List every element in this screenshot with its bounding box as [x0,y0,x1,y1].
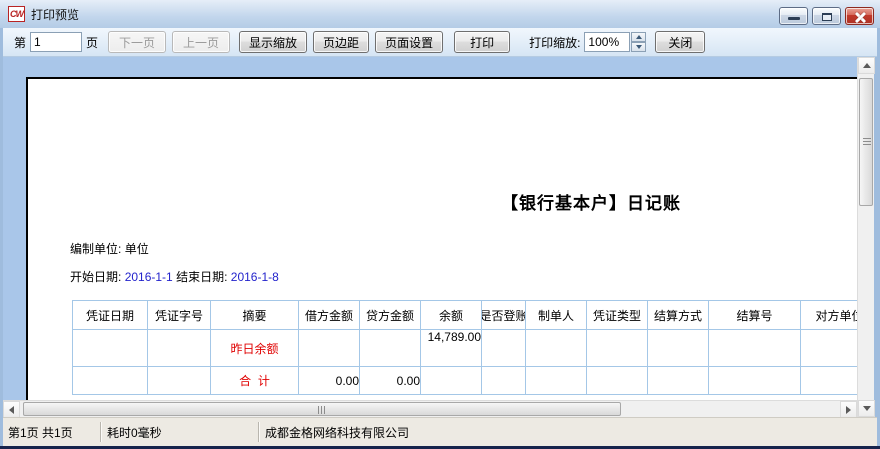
toolbar: 第 页 下一页 上一页 显示缩放 页边距 页面设置 打印 打印缩放: 关闭 [3,28,877,57]
prepared-by-value: 单位 [125,242,149,256]
col-header: 制单人 [526,301,587,330]
spinner-down-icon [636,45,642,49]
status-elapsed: 耗时0毫秒 [107,424,162,441]
page-number-input[interactable] [30,32,82,52]
cell [648,330,709,367]
scroll-up-icon [863,63,871,68]
maximize-button[interactable] [812,7,841,25]
show-zoom-button[interactable]: 显示缩放 [239,31,307,53]
scroll-left-icon [9,406,14,414]
col-header: 凭证类型 [587,301,648,330]
cell [648,367,709,395]
vertical-scroll-thumb[interactable] [859,78,873,206]
scroll-left-button[interactable] [3,401,20,418]
table-header-row: 凭证日期 凭证字号 摘要 借方金额 贷方金额 余额 是否登账 制单人 凭证类型 … [73,301,858,330]
cell [587,330,648,367]
maximize-icon [822,13,832,21]
cell [482,330,526,367]
cell [482,367,526,395]
table-row: 昨日余额 14,789.00 [73,330,858,367]
report-title: 【银行基本户】日记账 [476,189,706,214]
status-divider [258,422,260,442]
cell [801,367,858,395]
col-header: 余额 [421,301,482,330]
cell [421,367,482,395]
col-header: 是否登账 [482,301,526,330]
titlebar: CW 打印预览 [0,0,880,28]
end-date-label: 结束日期: [176,270,227,284]
cell [73,330,148,367]
print-zoom-spinner [631,32,646,52]
scroll-down-button[interactable] [858,400,875,417]
scroll-right-button[interactable] [840,401,857,418]
spinner-up-button[interactable] [631,32,646,42]
window-title: 打印预览 [31,6,79,23]
margins-button[interactable]: 页边距 [313,31,369,53]
cell [526,330,587,367]
scroll-right-icon [846,406,851,414]
prev-page-button[interactable]: 上一页 [172,31,230,53]
end-date-value: 2016-1-8 [231,270,279,284]
col-header: 凭证字号 [148,301,211,330]
table-row: 合 计 0.00 0.00 [73,367,858,395]
scroll-up-button[interactable] [858,57,875,74]
next-page-button[interactable]: 下一页 [108,31,166,53]
print-preview-window: CW 打印预览 第 页 下一页 上一页 显示缩放 页边距 页面设置 打印 打印缩… [0,0,880,449]
col-header: 结算方式 [648,301,709,330]
horizontal-scroll-thumb[interactable] [23,402,621,416]
journal-table: 凭证日期 凭证字号 摘要 借方金额 贷方金额 余额 是否登账 制单人 凭证类型 … [72,300,857,395]
cell [360,330,421,367]
print-zoom-input[interactable] [584,32,630,52]
cell-balance: 14,789.00 [421,330,482,367]
col-header: 结算号 [709,301,801,330]
col-header: 凭证日期 [73,301,148,330]
col-header: 摘要 [211,301,299,330]
vertical-scrollbar[interactable] [857,57,874,417]
print-button[interactable]: 打印 [454,31,510,53]
app-icon: CW [8,6,25,22]
prepared-by-label: 编制单位: [70,242,121,256]
date-range-line: 开始日期: 2016-1-1 结束日期: 2016-1-8 [70,268,279,285]
cell: 0.00 [299,367,360,395]
status-page-info: 第1页 共1页 [8,424,73,441]
cell [709,330,801,367]
prepared-by-line: 编制单位: 单位 [70,240,149,257]
preview-viewport: 【银行基本户】日记账 编制单位: 单位 开始日期: 2016-1-1 结束日期:… [3,57,857,400]
cell [587,367,648,395]
col-header: 借方金额 [299,301,360,330]
thumb-grip-icon [318,406,326,414]
cell [801,330,858,367]
print-zoom-label: 打印缩放: [529,34,580,51]
thumb-grip-icon [863,138,871,146]
minimize-icon [788,17,800,20]
page-setup-button[interactable]: 页面设置 [375,31,443,53]
page-label-prefix: 第 [14,34,26,51]
cell-summary: 合 计 [211,367,299,395]
close-preview-button[interactable]: 关闭 [655,31,705,53]
spinner-up-icon [636,35,642,39]
cell [148,367,211,395]
cell [148,330,211,367]
statusbar: 第1页 共1页 耗时0毫秒 成都金格网络科技有限公司 [3,417,877,446]
close-button[interactable] [845,7,874,25]
col-header: 贷方金额 [360,301,421,330]
cell [73,367,148,395]
cell [709,367,801,395]
horizontal-scrollbar[interactable] [3,400,857,417]
cell: 0.00 [360,367,421,395]
start-date-value: 2016-1-1 [125,270,173,284]
minimize-button[interactable] [779,7,808,25]
col-header: 对方单位 [801,301,858,330]
window-controls [779,7,874,25]
spinner-down-button[interactable] [631,42,646,52]
start-date-label: 开始日期: [70,270,121,284]
cell-summary: 昨日余额 [211,330,299,367]
cell [526,367,587,395]
status-divider [100,422,102,442]
page-label-suffix: 页 [86,34,98,51]
cell [299,330,360,367]
status-company: 成都金格网络科技有限公司 [265,424,409,441]
scroll-down-icon [863,406,871,411]
report-page: 【银行基本户】日记账 编制单位: 单位 开始日期: 2016-1-1 结束日期:… [26,77,857,400]
